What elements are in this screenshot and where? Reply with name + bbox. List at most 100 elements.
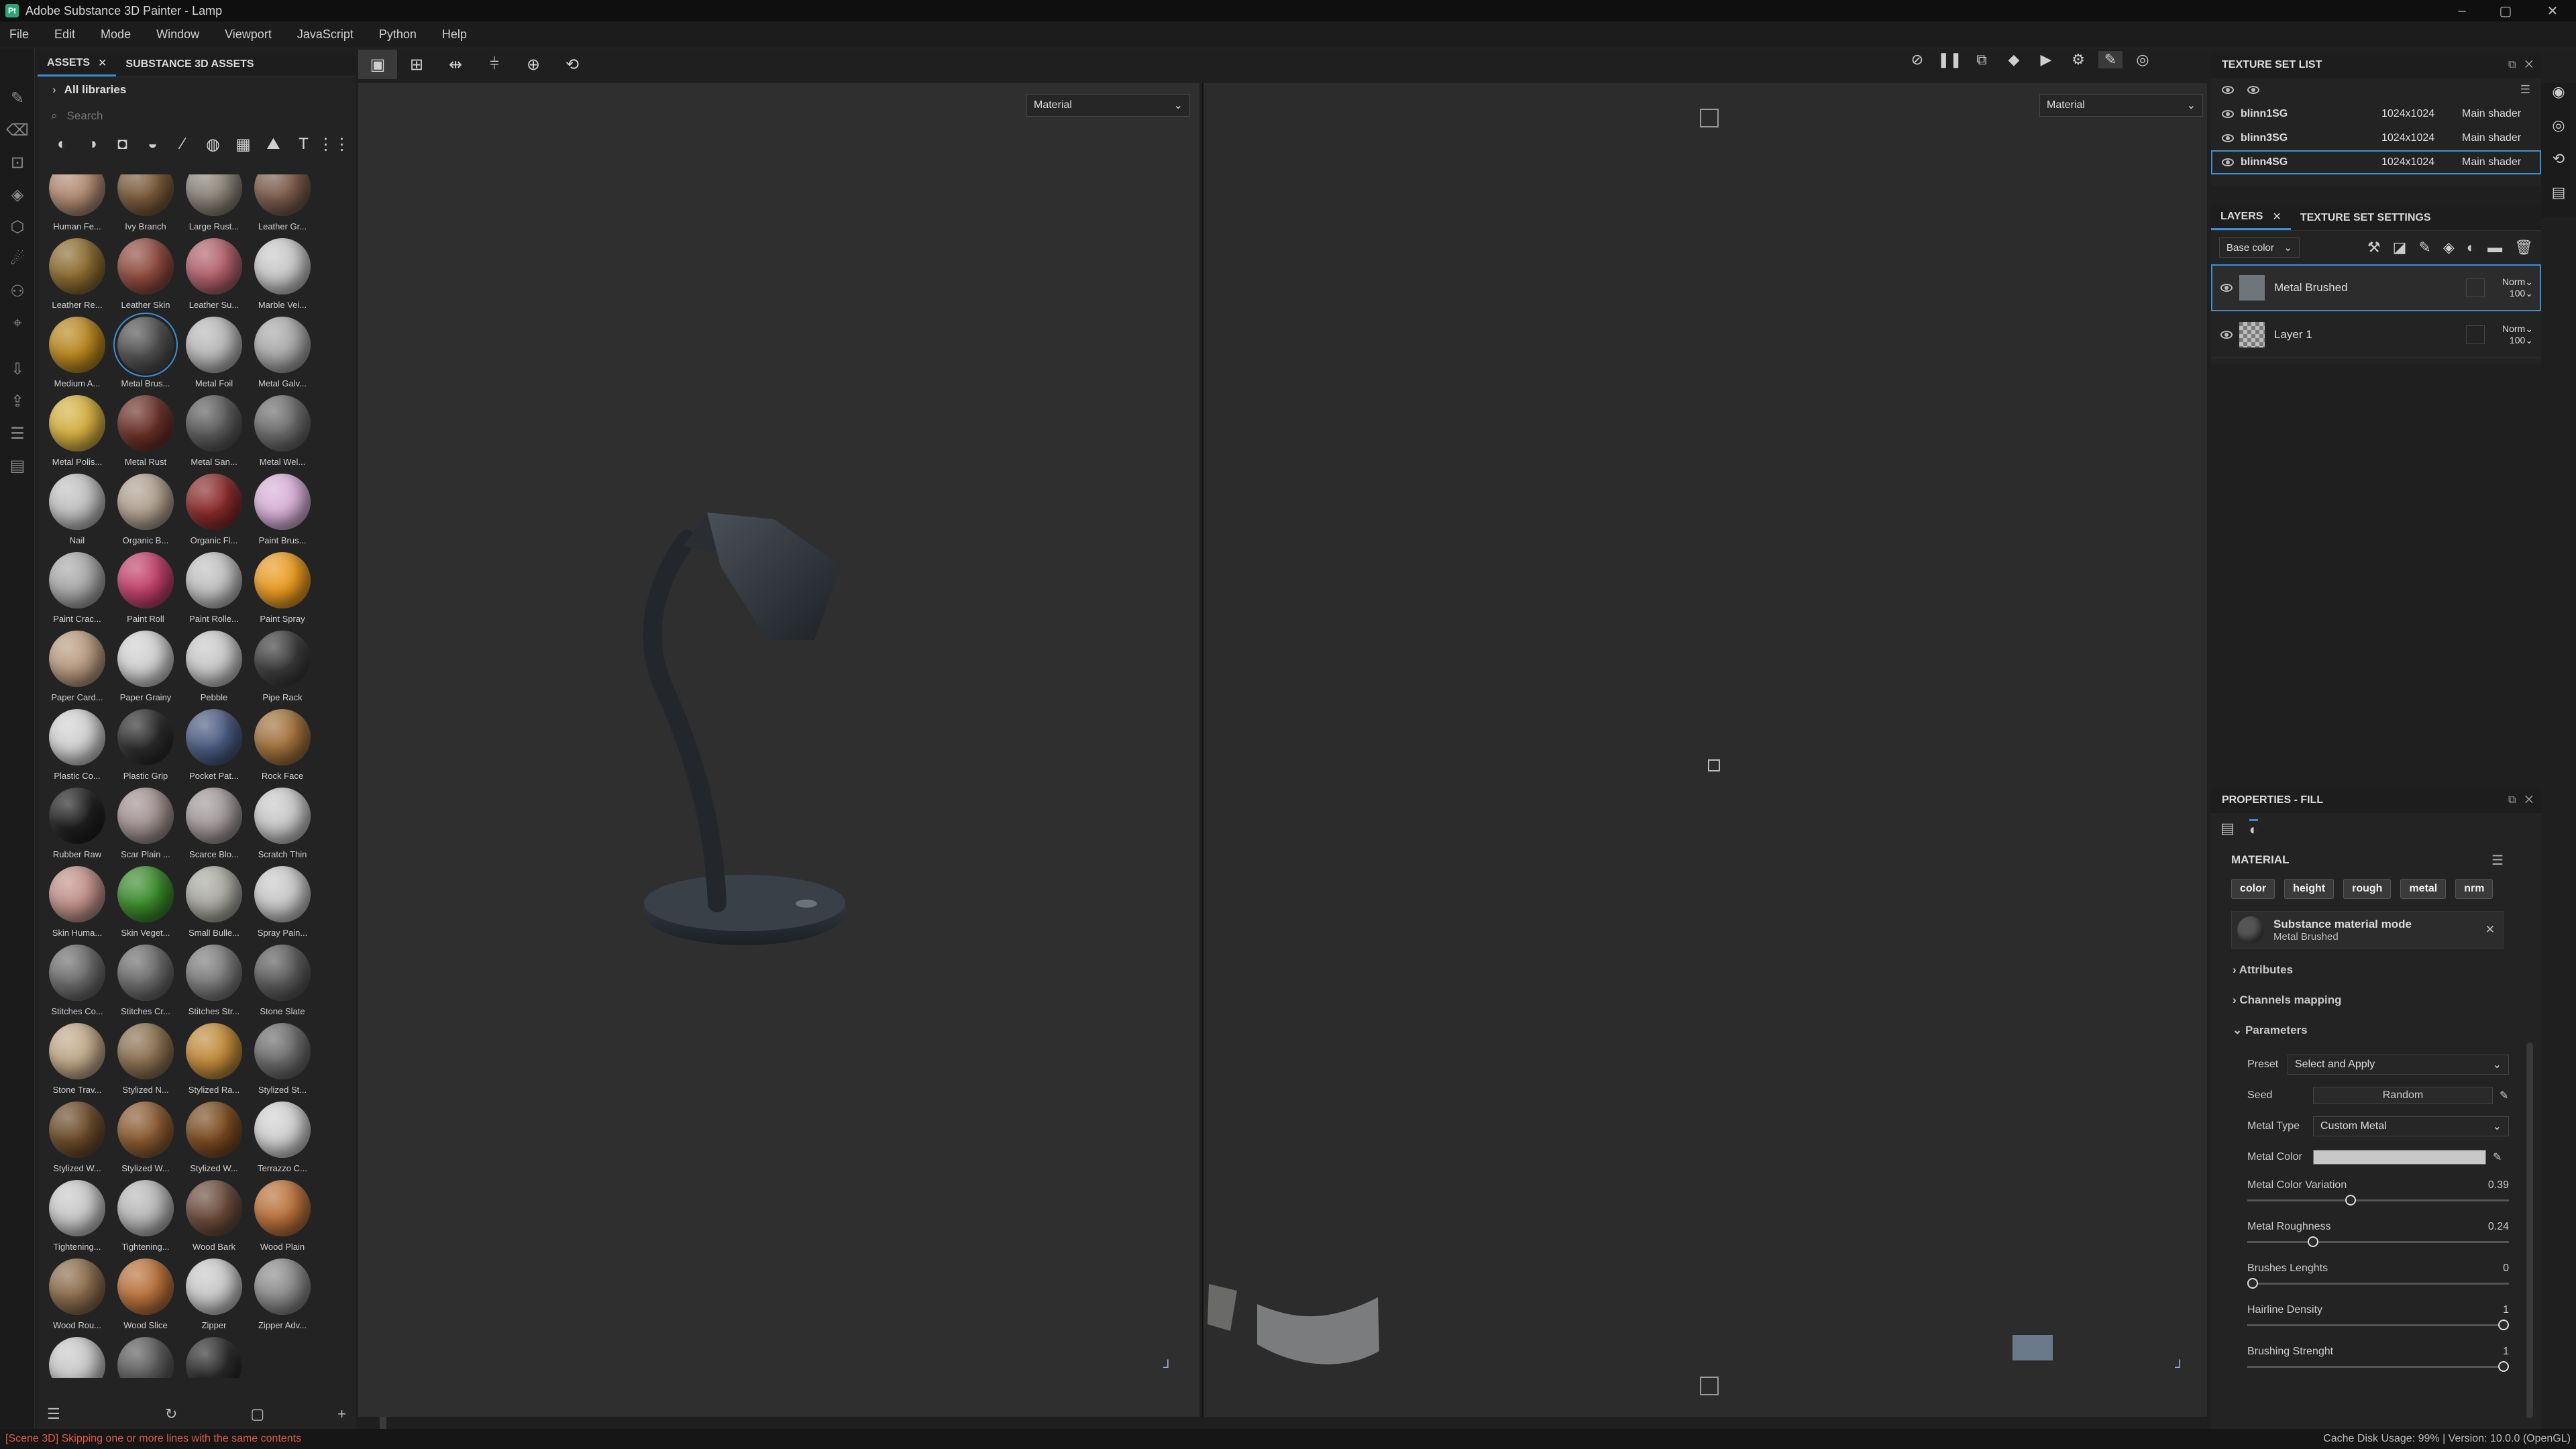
asset-tile[interactable]: Scratch Thin <box>248 785 317 863</box>
visibility-icon[interactable] <box>2222 158 2234 166</box>
asset-tile[interactable]: Leather Re... <box>43 235 111 314</box>
add-paint-layer-icon[interactable]: ✎ <box>2418 239 2430 256</box>
eraser-tool-icon[interactable]: ⌫ <box>0 114 35 146</box>
chip-height[interactable]: height <box>2284 879 2334 899</box>
asset-tile[interactable]: Metal Foil <box>180 314 248 392</box>
asset-tile[interactable]: Zipper Tape <box>180 1334 248 1378</box>
parameters-section[interactable]: ⌄ Parameters <box>2233 1024 2308 1037</box>
environments-filter-icon[interactable]: ⛰ <box>261 132 286 157</box>
smart-materials-filter-icon[interactable]: ◑ <box>80 132 105 157</box>
all-filter-icon[interactable]: ⋮⋮ <box>318 132 350 157</box>
list-view-icon[interactable]: ☰ <box>47 1405 60 1423</box>
particles-filter-icon[interactable]: ◍ <box>201 132 225 157</box>
add-viewport-icon[interactable]: ⊕ <box>514 50 553 79</box>
asset-tile[interactable]: Zipper <box>180 1256 248 1334</box>
asset-tile[interactable]: Paper Grainy <box>111 628 180 706</box>
asset-tile[interactable]: Metal Galv... <box>248 314 317 392</box>
asset-tile[interactable]: Organic B... <box>111 471 180 549</box>
paint-brush-tool-icon[interactable]: ✎ <box>0 82 35 114</box>
paint-mode-icon[interactable]: ✎ <box>2098 51 2123 68</box>
texture-set-row[interactable]: blinn3SG 1024x1024 Main shader <box>2211 126 2541 150</box>
tab-substance-3d-assets[interactable]: SUBSTANCE 3D ASSETS <box>116 52 263 76</box>
history-panel-icon[interactable]: ⟲ <box>2541 150 2576 184</box>
asset-tile[interactable]: Stylized St... <box>248 1020 317 1099</box>
asset-tile[interactable]: Wood Plain <box>248 1177 317 1256</box>
camera-icon[interactable]: ▶ <box>2034 51 2058 68</box>
menu-viewport[interactable]: Viewport <box>225 28 272 42</box>
smudge-tool-icon[interactable]: ☄ <box>0 243 35 275</box>
hide-icon[interactable]: ⊘ <box>1905 51 1929 68</box>
asset-tile[interactable]: Stylized W... <box>43 1099 111 1177</box>
asset-tile[interactable]: Stone Trav... <box>43 1020 111 1099</box>
channel-select[interactable]: Base color ⌄ <box>2219 237 2300 258</box>
shelf-icon[interactable]: ▤ <box>0 449 35 482</box>
asset-tile[interactable]: Leather Skin <box>111 235 180 314</box>
viewport-2d[interactable]: Material ⌄ ⅃ <box>1202 83 2207 1417</box>
asset-tile[interactable]: Medium A... <box>43 314 111 392</box>
asset-tile[interactable]: Stone Slate <box>248 942 317 1020</box>
solo-visibility-icon[interactable] <box>2247 86 2259 94</box>
asset-tile[interactable]: Stylized W... <box>111 1099 180 1177</box>
slider-value[interactable]: 0.39 <box>2488 1179 2509 1191</box>
pause-icon[interactable]: ❚❚ <box>1937 51 1962 68</box>
menu-help[interactable]: Help <box>442 28 467 42</box>
align-icon[interactable]: ⫩ <box>475 50 514 79</box>
asset-tile[interactable]: Paper Card... <box>43 628 111 706</box>
chip-color[interactable]: color <box>2231 879 2275 899</box>
asset-tile[interactable]: Ivy Branch <box>111 174 180 235</box>
slider-value[interactable]: 1 <box>2503 1346 2509 1358</box>
layer-row-metal-brushed[interactable]: Metal Brushed Norm⌄ 100⌄ <box>2211 264 2541 311</box>
slider-value[interactable]: 1 <box>2503 1304 2509 1316</box>
menu-javascript[interactable]: JavaScript <box>297 28 354 42</box>
asset-tile[interactable]: Metal Wel... <box>248 392 317 471</box>
asset-tile[interactable]: Rubber Raw <box>43 785 111 863</box>
asset-tile[interactable]: Spray Pain... <box>248 863 317 942</box>
asset-tile[interactable]: Paint Spray <box>248 549 317 628</box>
panel-close-icon[interactable]: ⧉ ✕ <box>2508 59 2533 71</box>
chip-rough[interactable]: rough <box>2343 879 2392 899</box>
asset-tile[interactable]: Paint Rolle... <box>180 549 248 628</box>
slider-handle[interactable] <box>2498 1361 2509 1372</box>
asset-tile[interactable]: Tightening... <box>43 1177 111 1256</box>
textures-filter-icon[interactable]: ▦ <box>231 132 256 157</box>
material-mode-card[interactable]: Substance material mode Metal Brushed ✕ <box>2231 911 2504 949</box>
clear-material-icon[interactable]: ✕ <box>2485 923 2495 936</box>
texture-set-row[interactable]: blinn1SG 1024x1024 Main shader <box>2211 102 2541 126</box>
asset-tile[interactable]: Nail <box>43 471 111 549</box>
display-settings-icon[interactable]: ◎ <box>2541 117 2576 150</box>
asset-tile[interactable]: Leather Gr... <box>248 174 317 235</box>
slider-value[interactable]: 0 <box>2503 1263 2509 1275</box>
clone-tool-icon[interactable]: ⚇ <box>0 275 35 307</box>
tab-layers[interactable]: LAYERS ✕ <box>2211 206 2291 230</box>
asset-tile[interactable]: Organic Fl... <box>180 471 248 549</box>
menu-edit[interactable]: Edit <box>54 28 75 42</box>
tab-assets[interactable]: ASSETS ✕ <box>38 52 117 76</box>
asset-tile[interactable]: Scarce Blo... <box>180 785 248 863</box>
asset-tile[interactable]: Paint Brus... <box>248 471 317 549</box>
blend-mode[interactable]: Norm⌄ 100⌄ <box>2494 276 2533 299</box>
asset-tile[interactable]: Human Fe... <box>43 174 111 235</box>
minimize-button[interactable]: – <box>2442 0 2482 21</box>
asset-tile[interactable]: Stitches Str... <box>180 942 248 1020</box>
mask-slot[interactable] <box>2466 325 2485 344</box>
slider-handle[interactable] <box>2247 1278 2258 1289</box>
add-icon[interactable]: + <box>337 1405 346 1423</box>
asset-tile[interactable]: Leather Su... <box>180 235 248 314</box>
metal-color-swatch[interactable] <box>2313 1150 2486 1165</box>
fill-settings-icon[interactable]: ▤ <box>2220 820 2235 837</box>
refresh-icon[interactable]: ↻ <box>165 1405 177 1423</box>
visibility-icon[interactable] <box>2220 284 2233 292</box>
add-effect-icon[interactable]: ⚒ <box>2367 239 2381 256</box>
brushes-filter-icon[interactable]: ⁄ <box>170 132 195 157</box>
asset-tile[interactable]: Metal Rust <box>111 392 180 471</box>
add-fill-layer-icon[interactable]: ◈ <box>2443 239 2455 256</box>
asset-tile[interactable]: Paint Crac... <box>43 549 111 628</box>
slider-track[interactable] <box>2247 1366 2509 1368</box>
log-icon[interactable]: ▤ <box>2541 184 2576 217</box>
library-selector[interactable]: › All libraries <box>38 76 356 103</box>
folder-icon[interactable]: ▢ <box>250 1405 264 1423</box>
asset-tile[interactable]: Stylized Ra... <box>180 1020 248 1099</box>
texture-set-row-selected[interactable]: blinn4SG 1024x1024 Main shader <box>2211 150 2541 174</box>
close-icon[interactable]: ✕ <box>2272 210 2281 223</box>
asset-tile[interactable]: Skin Huma... <box>43 863 111 942</box>
